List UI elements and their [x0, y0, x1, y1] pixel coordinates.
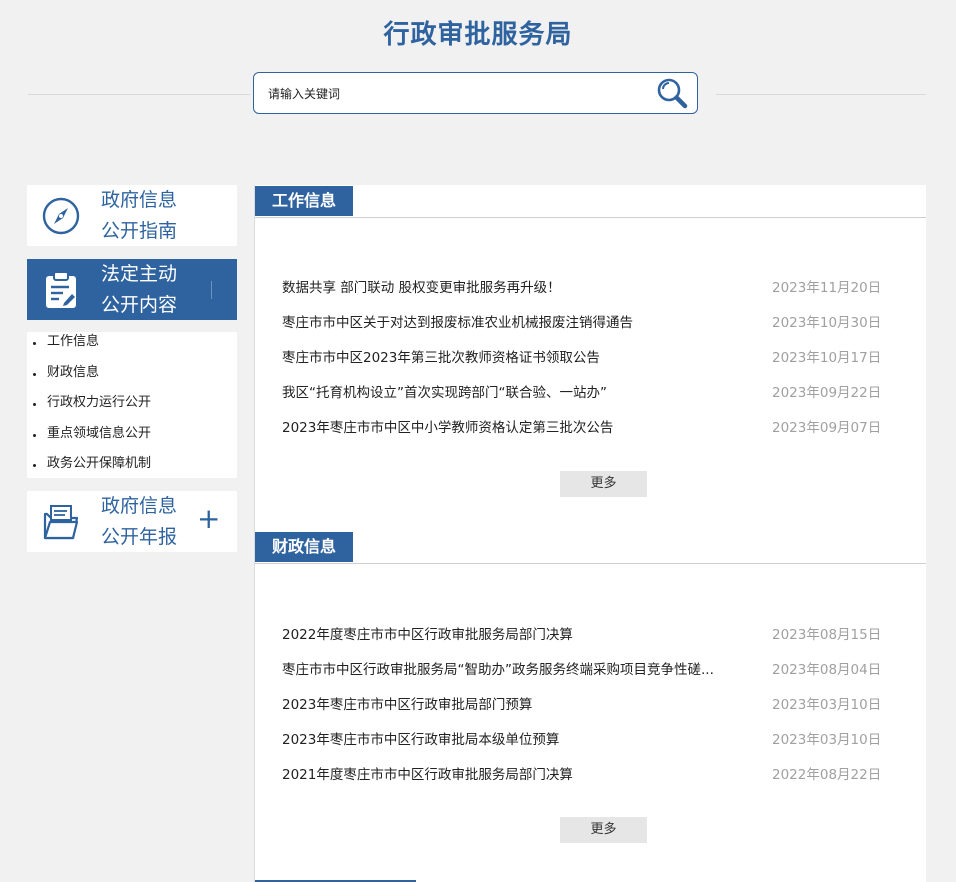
folder-icon: [43, 505, 79, 540]
sidebar-item-work-info[interactable]: 工作信息: [27, 332, 237, 363]
section-header-work: 工作信息: [255, 185, 926, 218]
sidebar-sub-list: 工作信息 财政信息 行政权力运行公开 重点领域信息公开 政务公开保障机制: [27, 332, 237, 478]
news-item[interactable]: 数据共享 部门联动 股权变更审批服务再升级！ 2023年11月20日: [282, 268, 882, 303]
news-date: 2023年11月20日: [772, 280, 882, 296]
news-item[interactable]: 2023年枣庄市市中区行政审批局部门预算 2023年03月10日: [282, 685, 882, 720]
sidebar-item-finance-info[interactable]: 财政信息: [27, 363, 237, 394]
sidebar-card-annual-report-line2: 公开年报: [101, 526, 178, 548]
sidebar-card-guide-line2: 公开指南: [101, 220, 178, 242]
news-date: 2022年08月22日: [772, 767, 882, 783]
news-date: 2023年10月30日: [772, 315, 882, 331]
news-item[interactable]: 2022年度枣庄市市中区行政审批服务局部门决算 2023年08月15日: [282, 615, 882, 650]
header-divider-right: [716, 94, 926, 95]
search-input[interactable]: [266, 81, 650, 107]
news-title[interactable]: 枣庄市市中区关于对达到报废标准农业机械报废注销得通告: [282, 311, 752, 331]
news-date: 2023年09月22日: [772, 385, 882, 401]
sidebar-card-content[interactable]: 法定主动 公开内容: [27, 259, 237, 320]
news-date: 2023年03月10日: [772, 732, 882, 748]
sidebar-card-annual-report[interactable]: 政府信息 公开年报 +: [27, 491, 237, 552]
tab-work-info[interactable]: 工作信息: [255, 186, 353, 216]
news-title[interactable]: 2021年度枣庄市市中区行政审批服务局部门决算: [282, 763, 752, 783]
news-date: 2023年10月17日: [772, 350, 882, 366]
news-date: 2023年03月10日: [772, 697, 882, 713]
news-title[interactable]: 我区“托育机构设立”首次实现跨部门“联合验、一站办”: [282, 381, 752, 401]
news-title[interactable]: 数据共享 部门联动 股权变更审批服务再升级！: [282, 276, 752, 296]
more-button-work[interactable]: 更多: [560, 471, 647, 497]
sidebar-card-guide-label: 政府信息 公开指南: [101, 185, 201, 246]
news-item[interactable]: 2021年度枣庄市市中区行政审批服务局部门决算 2022年08月22日: [282, 755, 882, 790]
tab-finance-info[interactable]: 财政信息: [255, 532, 353, 562]
sidebar-card-content-line1: 法定主动: [101, 263, 178, 285]
compass-icon: [42, 197, 80, 235]
news-item[interactable]: 枣庄市市中区2023年第三批次教师资格证书领取公告 2023年10月17日: [282, 338, 882, 373]
expand-plus-icon[interactable]: +: [197, 505, 220, 533]
sidebar-card-annual-report-label: 政府信息 公开年报: [101, 491, 201, 552]
sidebar-item-admin-power[interactable]: 行政权力运行公开: [27, 393, 237, 424]
sidebar-item-guarantee[interactable]: 政务公开保障机制: [27, 454, 237, 485]
sidebar-card-guide[interactable]: 政府信息 公开指南: [27, 185, 237, 246]
news-title[interactable]: 枣庄市市中区行政审批服务局“智助办”政务服务终端采购项目竞争性磋...: [282, 658, 752, 678]
site-title: 行政审批服务局: [383, 20, 573, 50]
news-item[interactable]: 枣庄市市中区关于对达到报废标准农业机械报废注销得通告 2023年10月30日: [282, 303, 882, 338]
search-icon: [657, 78, 688, 109]
search-button[interactable]: [655, 77, 689, 111]
news-date: 2023年08月04日: [772, 662, 882, 678]
main-panel: 工作信息 数据共享 部门联动 股权变更审批服务再升级！ 2023年11月20日 …: [254, 185, 926, 882]
more-button-finance[interactable]: 更多: [560, 817, 647, 843]
sidebar-card-divider: [211, 281, 212, 299]
sidebar-item-key-areas[interactable]: 重点领域信息公开: [27, 424, 237, 455]
news-item[interactable]: 枣庄市市中区行政审批服务局“智助办”政务服务终端采购项目竞争性磋... 2023…: [282, 650, 882, 685]
clipboard-icon: [46, 271, 76, 308]
search-box: [253, 72, 698, 114]
news-item[interactable]: 2023年枣庄市市中区中小学教师资格认定第三批次公告 2023年09月07日: [282, 408, 882, 443]
news-title[interactable]: 2023年枣庄市市中区行政审批局部门预算: [282, 693, 752, 713]
sidebar-card-annual-report-line1: 政府信息: [101, 495, 178, 517]
sidebar-card-content-label: 法定主动 公开内容: [101, 259, 201, 320]
news-title[interactable]: 枣庄市市中区2023年第三批次教师资格证书领取公告: [282, 346, 752, 366]
section-header-finance: 财政信息: [255, 531, 926, 564]
news-title[interactable]: 2022年度枣庄市市中区行政审批服务局部门决算: [282, 623, 752, 643]
news-title[interactable]: 2023年枣庄市市中区中小学教师资格认定第三批次公告: [282, 416, 752, 436]
news-date: 2023年09月07日: [772, 420, 882, 436]
sidebar-card-guide-line1: 政府信息: [101, 189, 178, 211]
page: 行政审批服务局 政府信息 公开指南: [0, 0, 956, 882]
news-title[interactable]: 2023年枣庄市市中区行政审批局本级单位预算: [282, 728, 752, 748]
sidebar-card-content-line2: 公开内容: [101, 294, 178, 316]
news-item[interactable]: 2023年枣庄市市中区行政审批局本级单位预算 2023年03月10日: [282, 720, 882, 755]
header-divider-left: [28, 94, 250, 95]
news-date: 2023年08月15日: [772, 627, 882, 643]
news-item[interactable]: 我区“托育机构设立”首次实现跨部门“联合验、一站办” 2023年09月22日: [282, 373, 882, 408]
